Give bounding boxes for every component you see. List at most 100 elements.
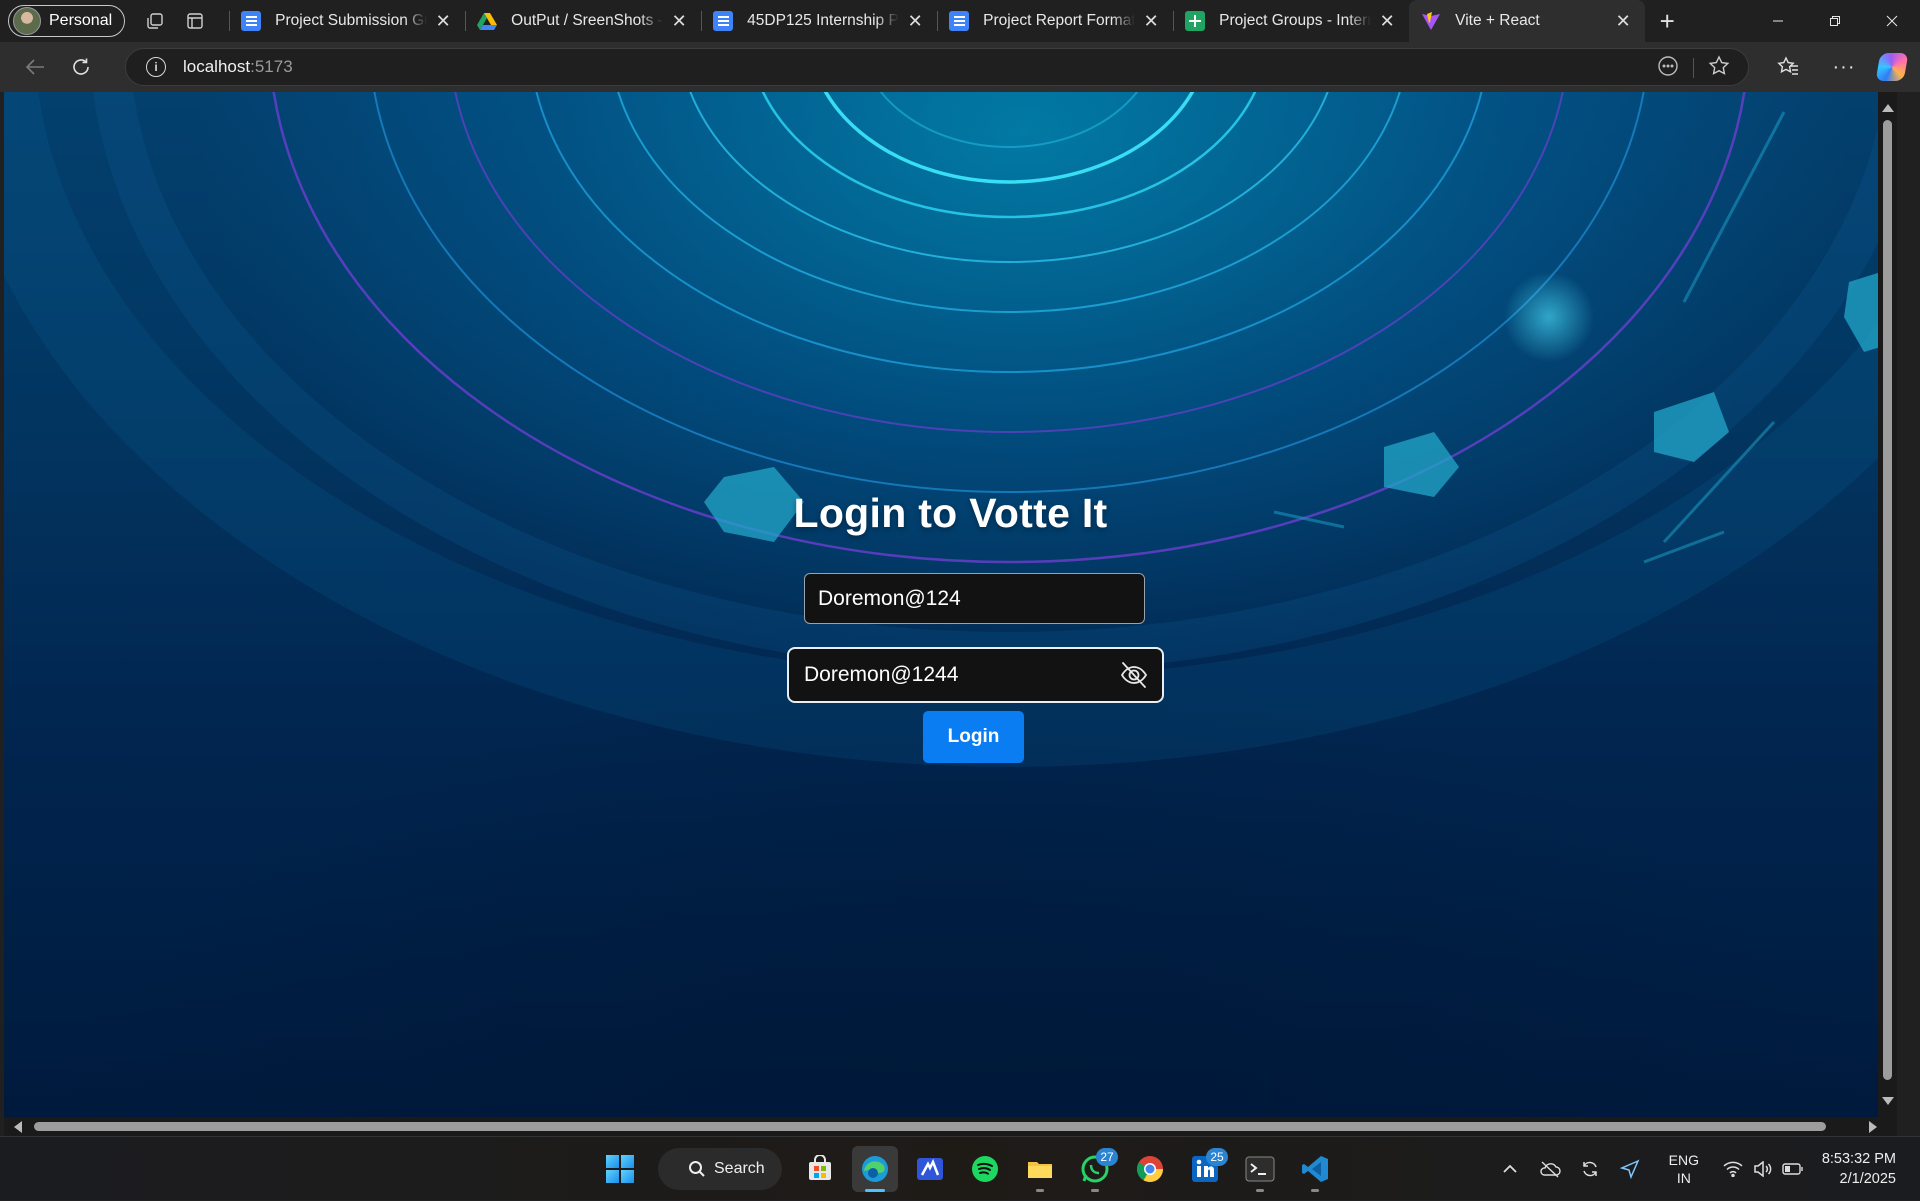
tab-title: Project Submission Guid — [275, 12, 427, 29]
browser-title-bar: Personal Project Submission Guid ✕ OutPu… — [0, 0, 1920, 42]
tab-title: 45DP125 Internship Pro — [747, 12, 900, 29]
address-bar[interactable]: i localhost:5173 — [125, 48, 1749, 86]
region-code: IN — [1676, 1170, 1691, 1186]
tab-title: Vite + React — [1455, 12, 1540, 29]
taskbar-clock[interactable]: 8:53:32 PM 2/1/2025 — [1822, 1149, 1896, 1189]
spotify-icon[interactable] — [962, 1146, 1008, 1192]
page-title: Login to Votte It — [793, 490, 1108, 536]
docs-icon — [949, 11, 970, 31]
tab-project-report-format[interactable]: Project Report Format - ✕ — [937, 0, 1173, 42]
horizontal-scrollbar[interactable] — [4, 1117, 1897, 1136]
taskbar-search[interactable]: Search — [658, 1148, 782, 1190]
scrollbar-thumb[interactable] — [34, 1122, 1826, 1131]
minimize-button[interactable] — [1749, 0, 1806, 42]
tab-project-submission[interactable]: Project Submission Guid ✕ — [229, 0, 465, 42]
wifi-icon[interactable] — [1718, 1149, 1748, 1189]
close-window-button[interactable] — [1863, 0, 1920, 42]
copilot-icon[interactable] — [1875, 53, 1909, 81]
whatsapp-icon[interactable]: 27 — [1072, 1146, 1118, 1192]
active-indicator — [865, 1189, 885, 1192]
taskbar: Search 27 25 ENG IN 8:53:32 PM 2/1/2025 — [0, 1136, 1920, 1200]
vscode-icon[interactable] — [1292, 1146, 1338, 1192]
tab-vite-react[interactable]: Vite + React ✕ — [1409, 0, 1646, 42]
sync-icon[interactable] — [1570, 1149, 1610, 1189]
store-icon[interactable] — [797, 1146, 843, 1192]
notification-badge: 25 — [1206, 1148, 1228, 1166]
info-icon[interactable]: i — [146, 57, 166, 77]
favorite-star-icon[interactable] — [1708, 54, 1730, 82]
tab-output-screenshots[interactable]: OutPut / SreenShots - G ✕ — [465, 0, 701, 42]
workspaces-icon[interactable] — [135, 1, 175, 41]
email-field[interactable]: Doremon@124 — [804, 573, 1145, 624]
url-port: :5173 — [250, 57, 293, 76]
edge-icon[interactable] — [852, 1146, 898, 1192]
running-indicator — [1256, 1189, 1264, 1192]
new-tab-button[interactable]: + — [1647, 1, 1687, 41]
docs-icon — [713, 11, 734, 31]
reload-button[interactable] — [59, 47, 103, 87]
scroll-down-icon[interactable] — [1882, 1097, 1894, 1105]
restore-button[interactable] — [1806, 0, 1863, 42]
search-label: Search — [714, 1160, 765, 1177]
vertical-scrollbar[interactable] — [1878, 92, 1897, 1117]
profile-label: Personal — [49, 12, 113, 29]
scroll-up-icon[interactable] — [1882, 104, 1894, 112]
language-code: ENG — [1668, 1152, 1699, 1168]
running-indicator — [1311, 1189, 1319, 1192]
avatar — [13, 7, 41, 35]
more-options-icon[interactable] — [1657, 55, 1679, 82]
running-indicator — [1091, 1189, 1099, 1192]
running-indicator — [1036, 1189, 1044, 1192]
login-button[interactable]: Login — [923, 711, 1024, 763]
vertical-tabs-icon[interactable] — [175, 1, 215, 41]
eye-slash-icon[interactable] — [1116, 657, 1152, 693]
tab-strip: Project Submission Guid ✕ OutPut / Sreen… — [229, 0, 1646, 42]
drive-icon — [477, 11, 498, 31]
email-value: Doremon@124 — [818, 586, 961, 610]
clock-date: 2/1/2025 — [1839, 1171, 1896, 1187]
url-text: localhost:5173 — [183, 57, 293, 77]
close-icon[interactable]: ✕ — [1377, 11, 1397, 32]
volume-icon[interactable] — [1748, 1149, 1778, 1189]
back-button[interactable] — [13, 47, 57, 87]
close-icon[interactable]: ✕ — [905, 11, 925, 32]
close-icon[interactable]: ✕ — [669, 11, 689, 32]
window-controls — [1749, 0, 1920, 42]
clock-time: 8:53:32 PM — [1821, 1151, 1896, 1167]
location-icon[interactable] — [1610, 1149, 1650, 1189]
password-field[interactable]: Doremon@1244 — [787, 647, 1164, 703]
close-icon[interactable]: ✕ — [433, 11, 453, 32]
scrollbar-thumb[interactable] — [1883, 120, 1892, 1080]
favorites-icon[interactable] — [1766, 47, 1810, 87]
language-indicator[interactable]: ENG IN — [1658, 1151, 1710, 1187]
close-icon[interactable]: ✕ — [1141, 11, 1161, 32]
chevron-up-icon[interactable] — [1490, 1149, 1530, 1189]
terminal-icon[interactable] — [1237, 1146, 1283, 1192]
battery-icon[interactable] — [1778, 1149, 1808, 1189]
profile-button[interactable]: Personal — [8, 5, 126, 37]
password-value: Doremon@1244 — [804, 663, 959, 686]
search-icon — [689, 1161, 705, 1177]
tab-title: Project Report Format - — [983, 12, 1136, 29]
chrome-icon[interactable] — [1127, 1146, 1173, 1192]
onedrive-offline-icon[interactable] — [1530, 1149, 1570, 1189]
vite-icon — [1421, 11, 1441, 31]
file-explorer-icon[interactable] — [1017, 1146, 1063, 1192]
divider — [1693, 58, 1694, 78]
tab-title: OutPut / SreenShots - G — [511, 12, 664, 29]
close-icon[interactable]: ✕ — [1613, 11, 1633, 32]
notification-badge: 27 — [1096, 1148, 1118, 1166]
start-button[interactable] — [597, 1146, 643, 1192]
scroll-left-icon[interactable] — [14, 1121, 22, 1133]
windows-icon — [606, 1155, 634, 1183]
url-host: localhost — [183, 57, 251, 76]
linkedin-icon[interactable]: 25 — [1182, 1146, 1228, 1192]
taskbar-app-icon[interactable] — [907, 1146, 953, 1192]
tab-project-groups[interactable]: Project Groups - Interns ✕ — [1173, 0, 1409, 42]
tab-title: Project Groups - Interns — [1219, 12, 1372, 29]
browser-toolbar: i localhost:5173 ··· — [0, 42, 1920, 92]
docs-icon — [241, 11, 262, 31]
settings-menu-icon[interactable]: ··· — [1822, 47, 1866, 87]
tab-internship-project[interactable]: 45DP125 Internship Pro ✕ — [701, 0, 937, 42]
scroll-right-icon[interactable] — [1869, 1121, 1877, 1133]
